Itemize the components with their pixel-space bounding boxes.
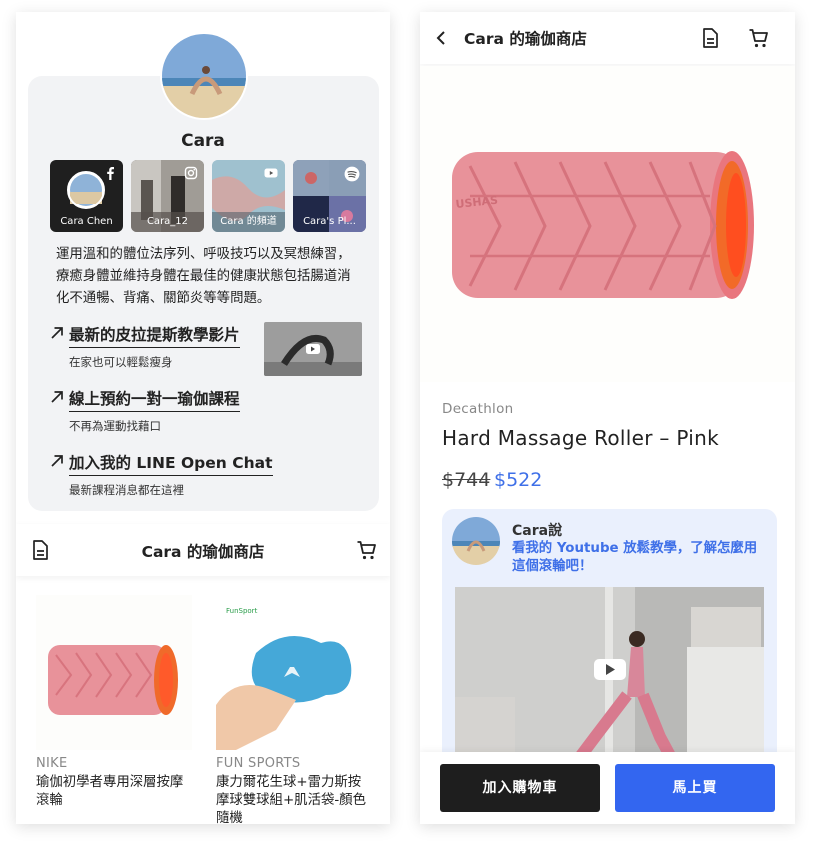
- spotify-label: Cara's Pl...: [303, 216, 356, 227]
- link-title[interactable]: 加入我的 LINE Open Chat: [69, 453, 273, 476]
- detail-store-title: Cara 的瑜伽商店: [464, 30, 587, 48]
- document-icon[interactable]: [699, 27, 721, 49]
- youtube-video-embed[interactable]: [455, 587, 764, 769]
- shop-header: Cara 的瑜伽商店: [16, 524, 390, 576]
- buy-now-button[interactable]: 馬上買: [615, 764, 775, 812]
- note-text: 看我的 Youtube 放鬆教學，了解怎麼用這個滾輪吧！: [512, 541, 758, 574]
- product-image[interactable]: FunSport: [216, 595, 372, 750]
- action-bar: 加入購物車 馬上買: [420, 752, 795, 824]
- link-title[interactable]: 線上預約一對一瑜伽課程: [69, 389, 240, 412]
- video-thumbnail[interactable]: [264, 322, 362, 376]
- creator-note: Cara說 看我的 Youtube 放鬆教學，了解怎麼用這個滾輪吧！: [442, 509, 777, 769]
- instagram-tile[interactable]: Cara_12: [131, 160, 204, 232]
- product-name[interactable]: 康力爾花生球+雷力斯按摩球雙球組+肌活袋-顏色隨機: [216, 774, 372, 824]
- svg-text:FunSport: FunSport: [226, 607, 258, 615]
- detail-brand: Decathlon: [442, 401, 514, 417]
- youtube-tile[interactable]: Cara 的頻道: [212, 160, 285, 232]
- product-hero-image[interactable]: USHAS: [420, 66, 795, 382]
- link-title[interactable]: 最新的皮拉提斯教學影片: [69, 325, 240, 348]
- product-card[interactable]: NIKE 瑜伽初學者專用深層按摩滾輪: [36, 595, 192, 810]
- arrow-up-right-icon: [51, 327, 63, 339]
- note-author: Cara說: [512, 523, 563, 539]
- spotify-tile[interactable]: Cara's Pl...: [293, 160, 366, 232]
- add-to-cart-button[interactable]: 加入購物車: [440, 764, 600, 812]
- product-brand: FUN SPORTS: [216, 756, 301, 771]
- profile-name: Cara: [181, 131, 225, 151]
- link-subtitle: 不再為運動找藉口: [69, 419, 161, 433]
- product-detail-screen: Cara 的瑜伽商店 USHAS Decathlon Hard Massage …: [420, 12, 795, 824]
- arrow-up-right-icon: [51, 455, 63, 467]
- detail-header: Cara 的瑜伽商店: [420, 12, 795, 64]
- product-image[interactable]: [36, 595, 192, 750]
- profile-avatar[interactable]: [160, 32, 248, 120]
- spotify-icon: [344, 166, 360, 182]
- shop-title: Cara 的瑜伽商店: [141, 543, 265, 561]
- cart-icon[interactable]: [356, 539, 378, 561]
- product-name[interactable]: 瑜伽初學者專用深層按摩滾輪: [36, 774, 192, 810]
- instagram-label: Cara_12: [146, 216, 189, 227]
- profile-screen: Cara Cara Chen Cara_12 Cara 的頻道 Cara's P…: [16, 12, 390, 824]
- youtube-label: Cara 的頻道: [220, 216, 277, 227]
- back-chevron-icon[interactable]: [434, 30, 450, 46]
- original-price: $744: [442, 469, 491, 491]
- facebook-icon: [107, 167, 114, 180]
- product-brand: NIKE: [36, 756, 68, 771]
- facebook-label: Cara Chen: [60, 216, 113, 227]
- product-card[interactable]: FunSport FUN SPORTS 康力爾花生球+雷力斯按摩球雙球組+肌活袋…: [216, 595, 372, 824]
- profile-bio: 運用溫和的體位法序列、呼吸技巧以及冥想練習，療癒身體並維持身體在最佳的健康狀態包…: [56, 247, 351, 306]
- youtube-icon: [264, 168, 278, 178]
- cart-icon[interactable]: [748, 27, 770, 49]
- arrow-up-right-icon: [51, 391, 63, 403]
- instagram-icon: [184, 166, 198, 180]
- social-links: Cara Chen Cara_12 Cara 的頻道 Cara's Pl...: [50, 160, 366, 232]
- sale-price: $522: [494, 469, 543, 491]
- link-subtitle: 最新課程消息都在這裡: [69, 483, 184, 497]
- detail-product-name: Hard Massage Roller – Pink: [442, 426, 720, 450]
- link-subtitle: 在家也可以輕鬆瘦身: [69, 355, 173, 369]
- creator-avatar[interactable]: [452, 517, 500, 565]
- facebook-tile[interactable]: Cara Chen: [50, 160, 123, 232]
